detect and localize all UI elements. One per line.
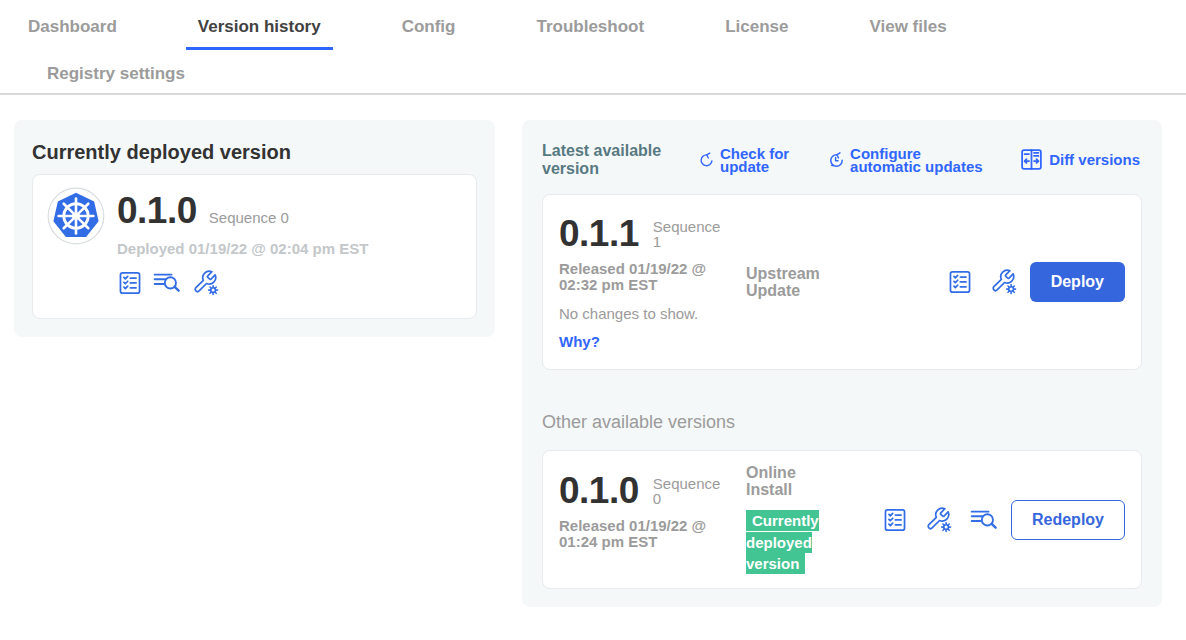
configure-automatic-updates-link[interactable]: Configure automatic updates — [827, 147, 984, 173]
other-source-label: Online Install — [746, 464, 841, 498]
latest-version-number: 0.1.1 — [559, 215, 639, 252]
schedule-icon — [827, 150, 845, 170]
deployed-version-card: 0.1.0 Sequence 0 Deployed 01/19/22 @ 02:… — [32, 174, 477, 319]
other-version-number: 0.1.0 — [559, 472, 639, 509]
deployed-version-info: 0.1.0 Sequence 0 Deployed 01/19/22 @ 02:… — [117, 187, 368, 306]
check-for-update-link[interactable]: Check for update — [698, 147, 792, 173]
deploy-logs-icon[interactable] — [970, 507, 999, 533]
diff-icon — [1019, 147, 1044, 172]
deploy-logs-icon[interactable] — [153, 270, 182, 296]
tab-version-history[interactable]: Version history — [186, 11, 333, 50]
latest-version-header: Latest available version Check for updat… — [542, 142, 1142, 177]
refresh-icon — [698, 150, 715, 169]
redeploy-button[interactable]: Redeploy — [1011, 500, 1125, 540]
top-navigation: Dashboard Version history Config Trouble… — [0, 0, 1186, 95]
latest-released-timestamp: Released 01/19/22 @ 02:32 pm EST — [559, 261, 719, 293]
available-versions-panel: Latest available version Check for updat… — [522, 120, 1162, 607]
deploy-button[interactable]: Deploy — [1030, 262, 1125, 302]
kubernetes-logo-icon — [47, 187, 105, 245]
config-wrench-icon[interactable] — [925, 506, 953, 534]
currently-deployed-title: Currently deployed version — [32, 141, 477, 164]
latest-sequence-label: Sequence 1 — [653, 219, 727, 250]
other-version-card: 0.1.0 Sequence 0 Released 01/19/22 @ 01:… — [542, 450, 1142, 589]
tab-config[interactable]: Config — [390, 11, 468, 47]
tab-dashboard[interactable]: Dashboard — [16, 11, 129, 47]
preflight-checklist-icon[interactable] — [947, 269, 973, 295]
other-sequence-label: Sequence 0 — [653, 476, 727, 507]
no-changes-note: No changes to show. — [559, 305, 734, 322]
config-wrench-icon[interactable] — [990, 268, 1018, 296]
latest-source-label: Upstream Update — [746, 265, 841, 299]
tab-view-files[interactable]: View files — [857, 11, 958, 47]
currently-deployed-badge: Currently deployed version — [746, 510, 819, 574]
deployed-timestamp: Deployed 01/19/22 @ 02:04 pm EST — [117, 240, 368, 257]
nav-row-secondary: Registry settings — [0, 50, 1186, 86]
deployed-sequence-label: Sequence 0 — [209, 209, 289, 226]
preflight-checklist-icon[interactable] — [117, 270, 143, 296]
diff-versions-link[interactable]: Diff versions — [1019, 147, 1140, 172]
currently-deployed-panel: Currently deployed version — [14, 120, 495, 337]
nav-row-primary: Dashboard Version history Config Trouble… — [0, 0, 1186, 50]
preflight-checklist-icon[interactable] — [882, 507, 908, 533]
latest-version-title: Latest available version — [542, 142, 682, 177]
latest-version-card: 0.1.1 Sequence 1 Released 01/19/22 @ 02:… — [542, 194, 1142, 370]
deployed-version-number: 0.1.0 — [117, 192, 197, 229]
why-link[interactable]: Why? — [559, 333, 734, 350]
tab-troubleshoot[interactable]: Troubleshoot — [524, 11, 656, 47]
other-released-timestamp: Released 01/19/22 @ 01:24 pm EST — [559, 518, 719, 550]
config-wrench-icon[interactable] — [192, 269, 220, 297]
tab-registry-settings[interactable]: Registry settings — [35, 62, 197, 86]
tab-license[interactable]: License — [713, 11, 800, 47]
other-versions-heading: Other available versions — [542, 412, 1142, 433]
